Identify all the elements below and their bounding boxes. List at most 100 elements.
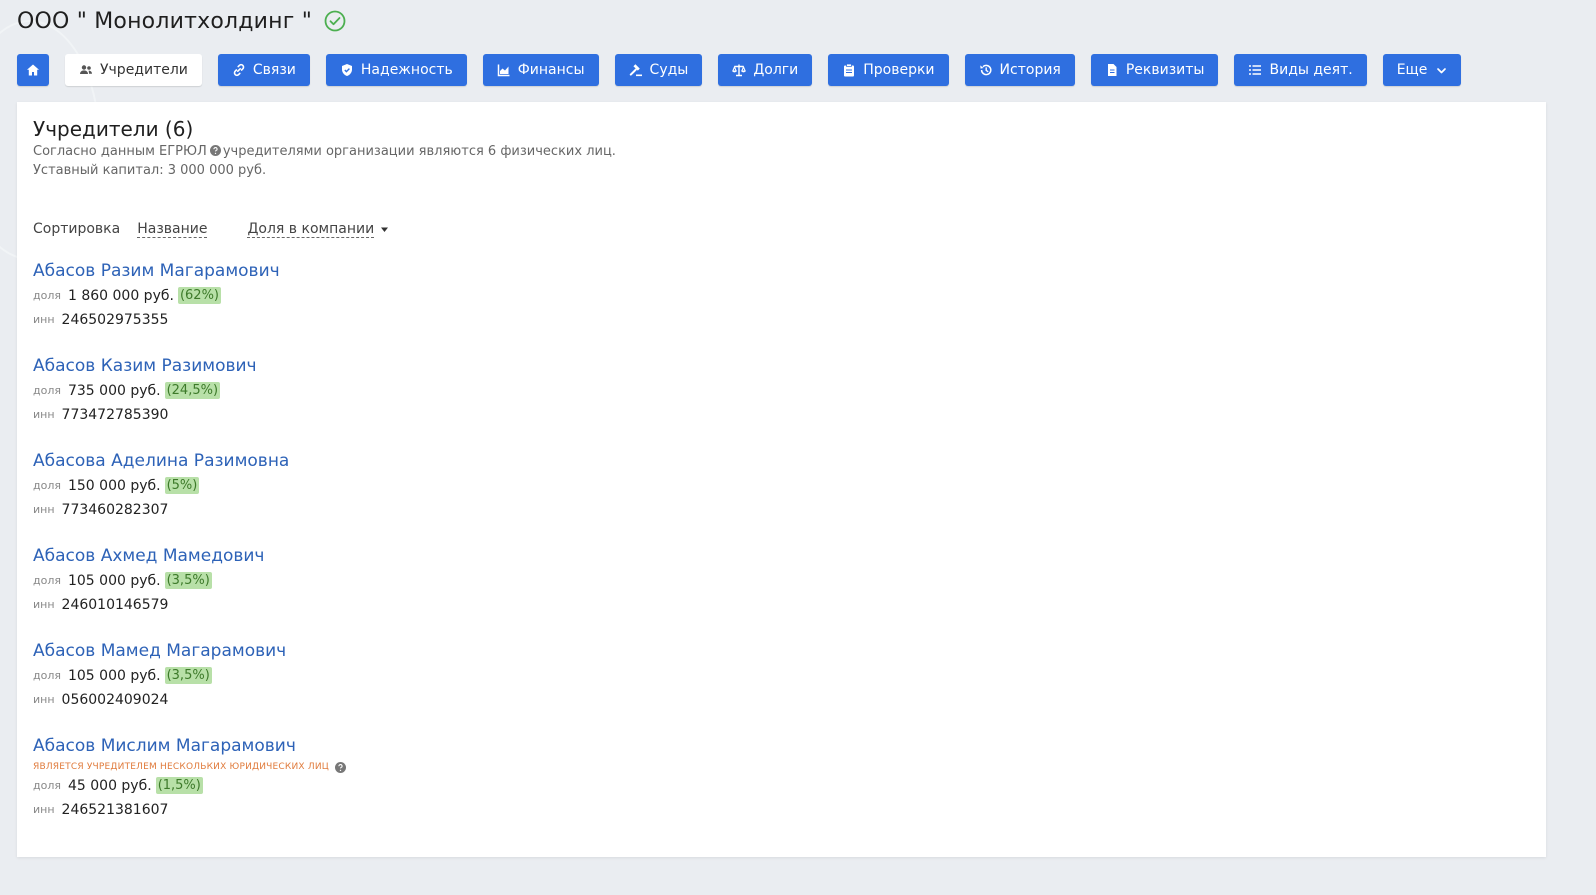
scales-icon [732,63,747,77]
tab-history[interactable]: История [964,54,1075,86]
company-header: ООО " Монолитхолдинг " [17,6,346,36]
founder-share-row: доля 105 000 руб. (3,5%) [33,664,1530,687]
area-chart-icon [497,63,511,77]
inn-label: инн [33,598,55,611]
share-percent-badge: (62%) [177,287,221,304]
tab-inspections[interactable]: Проверки [828,54,949,86]
tab-requisites[interactable]: Реквизиты [1090,54,1219,86]
multiple-entities-note-text: является учредителем нескольких юридичес… [33,762,329,772]
inn-value: 773460282307 [61,501,169,518]
gavel-icon [629,63,643,77]
tab-reliability-label: Надежность [360,62,453,78]
more-dropdown[interactable]: Еще [1382,54,1462,86]
sort-caret-down-icon[interactable] [380,225,389,234]
founder-share-row: доля 735 000 руб. (24,5%) [33,379,1530,402]
tab-finances[interactable]: Финансы [482,54,599,86]
tab-founders[interactable]: Учредители [65,54,202,86]
founder-inn-row: инн 056002409024 [33,688,1530,711]
history-icon [979,63,993,77]
page: ООО " Монолитхолдинг " Учредители Связи [0,0,1596,895]
inn-label: инн [33,408,55,421]
share-percent-badge: (1,5%) [155,777,203,794]
inn-label: инн [33,693,55,706]
tab-finances-label: Финансы [517,62,585,78]
egrul-description-prefix: Согласно данным ЕГРЮЛ [33,144,207,159]
sort-by-name-link[interactable]: Название [137,221,208,238]
founder-name-link[interactable]: Абасов Мамед Магарамович [33,640,286,663]
shield-icon [340,63,354,77]
sort-bar: Сортировка Название Доля в компании [33,219,1530,239]
clipboard-icon [842,63,856,77]
founder-name-link[interactable]: Абасова Аделина Разимовна [33,450,289,473]
founder-share-row: доля 45 000 руб. (1,5%) [33,774,1530,797]
founder-share-row: доля 1 860 000 руб. (62%) [33,284,1530,307]
tab-requisites-label: Реквизиты [1125,62,1205,78]
tab-activities-label: Виды деят. [1269,62,1353,78]
egrul-description-suffix: учредителями организации являются 6 физи… [222,144,616,159]
home-button[interactable] [17,54,49,86]
founder-share-row: доля 105 000 руб. (3,5%) [33,569,1530,592]
inn-value: 056002409024 [61,691,169,708]
inn-label: инн [33,503,55,516]
tab-founders-label: Учредители [100,62,188,78]
tab-courts-label: Суды [649,62,689,78]
inn-label: инн [33,313,55,326]
help-icon[interactable] [209,145,221,156]
founder-name-link[interactable]: Абасов Казим Разимович [33,355,257,378]
founder-inn-row: инн 246521381607 [33,798,1530,821]
share-value: 45 000 руб. [67,777,152,794]
verified-check-icon [324,10,346,32]
share-label: доля [33,479,61,492]
more-dropdown-label: Еще [1396,62,1428,78]
founder-item: Абасов Ахмед Мамедович доля 105 000 руб.… [33,545,1530,616]
share-label: доля [33,384,61,397]
share-label: доля [33,779,61,792]
inn-value: 246010146579 [61,596,169,613]
inn-value: 246521381607 [61,801,169,818]
founder-inn-row: инн 246502975355 [33,308,1530,331]
authorized-capital: Уставный капитал: 3 000 000 руб. [33,163,267,178]
tab-inspections-label: Проверки [863,62,935,78]
share-value: 735 000 руб. [67,382,161,399]
tab-courts[interactable]: Суды [614,54,703,86]
founder-name-link[interactable]: Абасов Ахмед Мамедович [33,545,264,568]
founder-item: Абасова Аделина Разимовна доля 150 000 р… [33,450,1530,521]
share-value: 1 860 000 руб. [67,287,174,304]
founders-list: Абасов Разим Магарамович доля 1 860 000 … [33,260,1530,821]
document-icon [1105,63,1119,77]
chevron-down-icon [1436,65,1447,76]
section-nav: Учредители Связи Надежность Финансы Суды [17,54,1477,86]
founder-item: Абасов Разим Магарамович доля 1 860 000 … [33,260,1530,331]
list-icon [1248,63,1262,77]
share-percent-badge: (24,5%) [164,382,221,399]
share-label: доля [33,289,61,302]
share-percent-badge: (3,5%) [164,667,212,684]
help-icon[interactable] [334,761,346,773]
founder-name-link[interactable]: Абасов Разим Магарамович [33,260,280,283]
tab-reliability[interactable]: Надежность [325,54,467,86]
founder-item: Абасов Мамед Магарамович доля 105 000 ру… [33,640,1530,711]
share-label: доля [33,669,61,682]
founder-item: Абасов Казим Разимович доля 735 000 руб.… [33,355,1530,426]
founder-name-link[interactable]: Абасов Мислим Магарамович [33,735,296,758]
tab-links[interactable]: Связи [217,54,310,86]
inn-label: инн [33,803,55,816]
multiple-entities-note: является учредителем нескольких юридичес… [33,760,1530,774]
founder-inn-row: инн 773472785390 [33,403,1530,426]
founder-inn-row: инн 246010146579 [33,593,1530,616]
share-value: 105 000 руб. [67,572,161,589]
share-value: 105 000 руб. [67,667,161,684]
founder-inn-row: инн 773460282307 [33,498,1530,521]
sort-by-share-link[interactable]: Доля в компании [247,221,375,238]
share-value: 150 000 руб. [67,477,161,494]
tab-debts[interactable]: Долги [718,54,813,86]
inn-value: 773472785390 [61,406,169,423]
inn-value: 246502975355 [61,311,169,328]
founders-card: Учредители (6) Согласно данным ЕГРЮЛ учре… [17,102,1546,857]
link-icon [232,63,246,77]
share-percent-badge: (3,5%) [164,572,212,589]
sort-label: Сортировка [33,221,121,237]
section-title: Учредители (6) [33,117,194,141]
founder-share-row: доля 150 000 руб. (5%) [33,474,1530,497]
tab-activities[interactable]: Виды деят. [1234,54,1367,86]
